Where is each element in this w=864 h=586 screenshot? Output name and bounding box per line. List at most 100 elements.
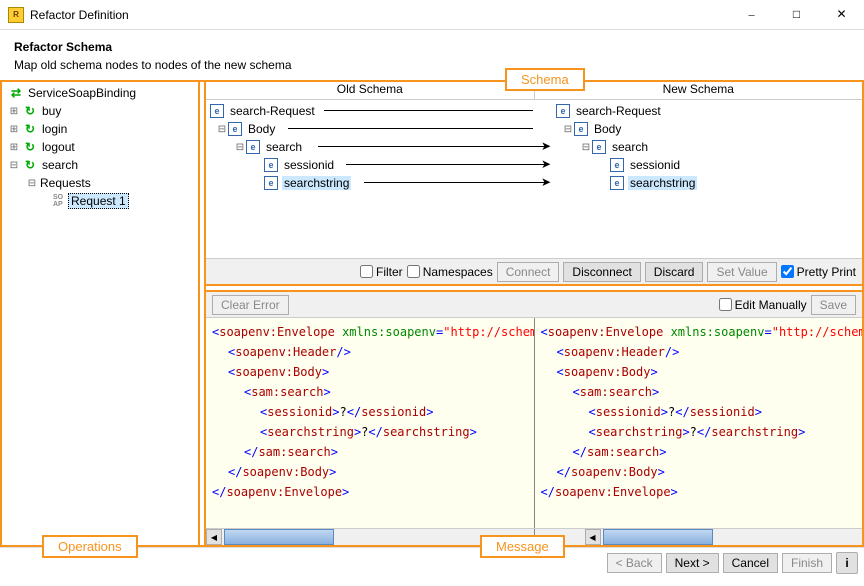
element-icon: e — [246, 140, 260, 154]
node-label: sessionid — [628, 158, 682, 172]
node-label: Body — [246, 122, 277, 136]
expand-icon[interactable]: ⊞ — [8, 141, 20, 153]
titlebar: R Refactor Definition – □ ✕ — [0, 0, 864, 30]
scrollbar-thumb[interactable] — [603, 529, 713, 545]
element-icon: e — [228, 122, 242, 136]
annotation-message: Message — [480, 535, 565, 558]
tree-item-search[interactable]: ⊟ search — [4, 156, 196, 174]
window-title: Refactor Definition — [30, 8, 729, 22]
tree-label-search: search — [40, 158, 80, 172]
discard-button[interactable]: Discard — [645, 262, 704, 282]
collapse-icon[interactable]: ⊟ — [580, 141, 592, 153]
collapse-icon[interactable]: ⊟ — [562, 123, 574, 135]
expand-icon[interactable]: ⊞ — [8, 105, 20, 117]
edit-manually-checkbox[interactable]: Edit Manually — [719, 298, 807, 312]
schema-node[interactable]: e searchstring — [208, 174, 532, 192]
operation-icon — [22, 121, 38, 137]
new-xml-view: <soapenv:Envelope xmlns:soapenv="http://… — [535, 318, 863, 528]
node-label: search-Request — [574, 104, 663, 118]
maximize-button[interactable]: □ — [774, 0, 819, 29]
clear-error-button[interactable]: Clear Error — [212, 295, 289, 315]
schema-node[interactable]: ⊟ e search — [536, 138, 860, 156]
tree-item-buy[interactable]: ⊞ buy — [4, 102, 196, 120]
element-icon: e — [264, 176, 278, 190]
operations-tree: ServiceSoapBinding ⊞ buy ⊞ login ⊞ logou… — [0, 82, 200, 545]
element-icon: e — [210, 104, 224, 118]
edit-manually-label: Edit Manually — [735, 298, 807, 312]
tree-item-logout[interactable]: ⊞ logout — [4, 138, 196, 156]
tree-root[interactable]: ServiceSoapBinding — [4, 84, 196, 102]
collapse-icon[interactable]: ⊟ — [234, 141, 246, 153]
element-icon: e — [610, 158, 624, 172]
setvalue-button[interactable]: Set Value — [707, 262, 776, 282]
operation-icon — [22, 157, 38, 173]
filter-checkbox[interactable]: Filter — [360, 265, 403, 279]
expand-icon[interactable]: ⊞ — [8, 123, 20, 135]
tree-label-logout: logout — [40, 140, 77, 154]
schema-node[interactable]: ⊟ e Body — [536, 120, 860, 138]
schema-node[interactable]: e sessionid — [208, 156, 532, 174]
schema-node[interactable]: e search-Request — [208, 102, 532, 120]
app-icon: R — [8, 7, 24, 23]
scroll-left-icon[interactable]: ◀ — [206, 529, 222, 545]
prettyprint-label: Pretty Print — [797, 265, 856, 279]
prettyprint-checkbox[interactable]: Pretty Print — [781, 265, 856, 279]
namespaces-checkbox[interactable]: Namespaces — [407, 265, 493, 279]
tree-item-login[interactable]: ⊞ login — [4, 120, 196, 138]
tree-label-buy: buy — [40, 104, 63, 118]
connect-button[interactable]: Connect — [497, 262, 560, 282]
node-label: search — [264, 140, 304, 154]
close-button[interactable]: ✕ — [819, 0, 864, 29]
old-xml-view: <soapenv:Envelope xmlns:soapenv="http://… — [206, 318, 535, 528]
schema-node[interactable]: e sessionid — [536, 156, 860, 174]
element-icon: e — [574, 122, 588, 136]
schema-node[interactable]: ⊟ e search — [208, 138, 532, 156]
node-label: searchstring — [628, 176, 697, 190]
element-icon: e — [610, 176, 624, 190]
node-label: sessionid — [282, 158, 336, 172]
binding-icon — [8, 85, 24, 101]
finish-button[interactable]: Finish — [782, 553, 832, 573]
node-label: search-Request — [228, 104, 317, 118]
operation-icon — [22, 103, 38, 119]
annotation-operations: Operations — [42, 535, 138, 558]
schema-node[interactable]: e search-Request — [536, 102, 860, 120]
node-label: searchstring — [282, 176, 351, 190]
collapse-icon[interactable]: ⊟ — [216, 123, 228, 135]
tree-label-login: login — [40, 122, 69, 136]
namespaces-label: Namespaces — [423, 265, 493, 279]
save-button[interactable]: Save — [811, 295, 856, 315]
minimize-button[interactable]: – — [729, 0, 774, 29]
operation-icon — [22, 139, 38, 155]
scrollbar-thumb[interactable] — [224, 529, 334, 545]
horizontal-scrollbar[interactable]: ◀ — [535, 529, 863, 545]
disconnect-button[interactable]: Disconnect — [563, 262, 640, 282]
element-icon: e — [592, 140, 606, 154]
filter-label: Filter — [376, 265, 403, 279]
schema-panel: Old Schema New Schema ➤ ➤ ➤ e search-Req… — [206, 82, 862, 286]
annotation-schema: Schema — [505, 68, 585, 91]
cancel-button[interactable]: Cancel — [723, 553, 778, 573]
message-panel: Clear Error Edit Manually Save <soapenv:… — [206, 290, 862, 545]
new-schema-tree: e search-Request ⊟ e Body ⊟ e search e — [534, 100, 862, 258]
node-label: search — [610, 140, 650, 154]
next-button[interactable]: Next > — [666, 553, 719, 573]
soap-icon: SOAP — [50, 193, 66, 209]
tree-label-request1: Request 1 — [68, 193, 129, 209]
element-icon: e — [556, 104, 570, 118]
collapse-icon[interactable]: ⊟ — [26, 177, 38, 189]
element-icon: e — [264, 158, 278, 172]
tree-item-request1[interactable]: SOAP Request 1 — [4, 192, 196, 210]
schema-node[interactable]: e searchstring — [536, 174, 860, 192]
old-schema-header: Old Schema — [206, 82, 535, 99]
back-button[interactable]: < Back — [607, 553, 662, 573]
scroll-left-icon[interactable]: ◀ — [585, 529, 601, 545]
wizard-title: Refactor Schema — [14, 40, 850, 54]
tree-label-requests: Requests — [38, 176, 93, 190]
old-schema-tree: e search-Request ⊟ e Body ⊟ e search e — [206, 100, 534, 258]
node-label: Body — [592, 122, 623, 136]
info-button[interactable]: i — [836, 552, 858, 574]
tree-item-requests[interactable]: ⊟ Requests — [4, 174, 196, 192]
schema-node[interactable]: ⊟ e Body — [208, 120, 532, 138]
collapse-icon[interactable]: ⊟ — [8, 159, 20, 171]
